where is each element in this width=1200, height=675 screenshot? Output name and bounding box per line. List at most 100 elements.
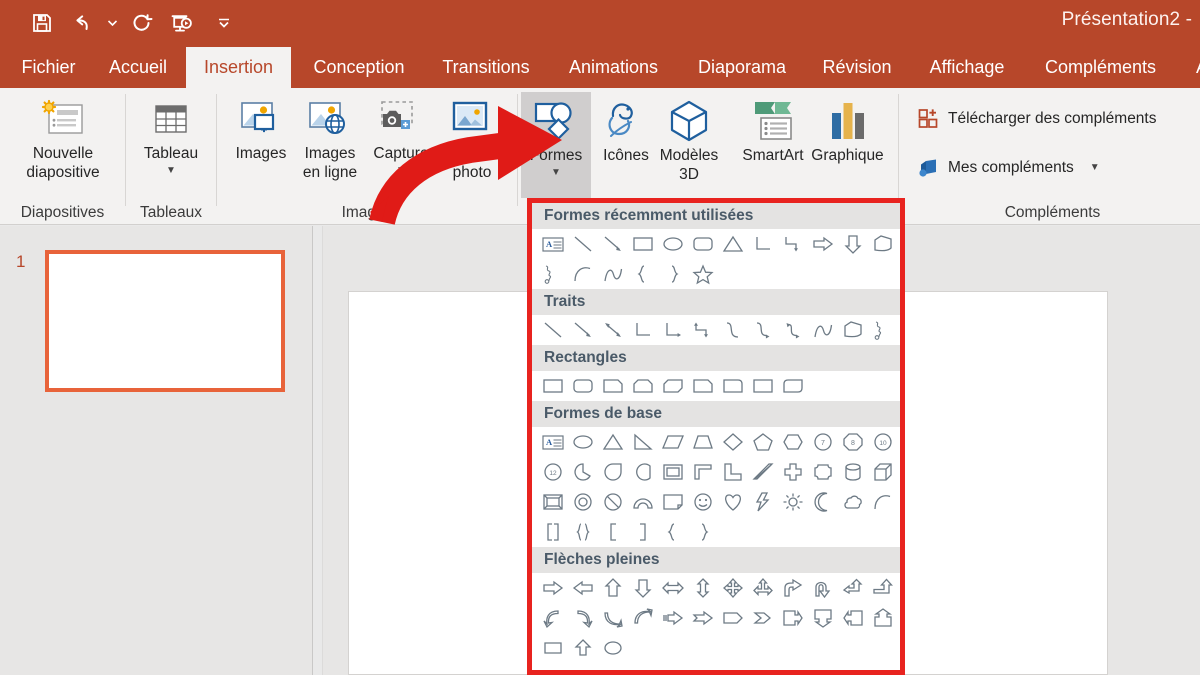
slide-thumbnail-1[interactable] [45, 250, 285, 392]
shape-bent-up-arrow[interactable] [868, 574, 898, 602]
shape-parallelogram[interactable] [658, 428, 688, 456]
shape-scribble[interactable] [868, 316, 898, 344]
shape-heart[interactable] [718, 488, 748, 516]
shape-right-brace[interactable] [688, 518, 718, 546]
shape-bent-arrow[interactable] [778, 574, 808, 602]
shape-freeform-shape[interactable] [868, 230, 898, 258]
shape-diamond[interactable] [718, 428, 748, 456]
tab-accueil[interactable]: Accueil [95, 47, 181, 88]
shape-line-arrow[interactable] [598, 230, 628, 258]
shapes-button[interactable]: Formes▼ [521, 92, 591, 198]
pictures-button[interactable]: Images [227, 92, 295, 163]
shape-scribble[interactable] [538, 260, 568, 288]
shape-moon[interactable] [808, 488, 838, 516]
shape-right-brace[interactable] [658, 260, 688, 288]
shape-snip-diagonal[interactable] [658, 372, 688, 400]
shape-up-arrow[interactable] [598, 574, 628, 602]
shape-curved-right-arrow[interactable] [568, 604, 598, 632]
shape-pie[interactable] [568, 458, 598, 486]
shape-cylinder[interactable] [838, 458, 868, 486]
shape-right-arrow-callout[interactable] [778, 604, 808, 632]
shape-bevel[interactable] [538, 488, 568, 516]
shape-left-brace[interactable] [658, 518, 688, 546]
shape-down-arrow[interactable] [628, 574, 658, 602]
shape-curve[interactable] [598, 260, 628, 288]
tab-fichier[interactable]: Fichier [10, 47, 87, 88]
shape-curved-connector[interactable] [718, 316, 748, 344]
shape-down-arrow[interactable] [838, 230, 868, 258]
shape-curved-down-arrow[interactable] [628, 604, 658, 632]
shape-l-shape[interactable] [718, 458, 748, 486]
shape-clipped-arrow-c[interactable] [598, 634, 628, 662]
chart-button[interactable]: Graphique [800, 92, 895, 165]
shape-elbow-arrow[interactable] [658, 316, 688, 344]
shape-round-rect[interactable] [568, 372, 598, 400]
shape-frame[interactable] [658, 458, 688, 486]
models-3d-button[interactable]: Modèles3D [649, 92, 729, 184]
shape-cross[interactable] [778, 458, 808, 486]
shape-quad-arrow[interactable] [718, 574, 748, 602]
shape-up-arrow-callout[interactable] [868, 604, 898, 632]
shape-octagon-8[interactable]: 8 [838, 428, 868, 456]
chevron-down-icon[interactable]: ▼ [166, 166, 176, 176]
shape-notched-right-arrow[interactable] [688, 604, 718, 632]
shape-l-corner[interactable] [688, 458, 718, 486]
shape-cube[interactable] [868, 458, 898, 486]
shape-chevron[interactable] [748, 604, 778, 632]
shape-snip-round-single[interactable] [688, 372, 718, 400]
shape-curved-up-arrow[interactable] [598, 604, 628, 632]
shape-smiley-face[interactable] [688, 488, 718, 516]
shape-textbox[interactable]: A [538, 230, 568, 258]
tab-affichage[interactable]: Affichage [915, 47, 1019, 88]
shape-left-arrow[interactable] [568, 574, 598, 602]
shape-arc[interactable] [568, 260, 598, 288]
online-pictures-button[interactable]: Imagesen ligne [296, 92, 364, 182]
shape-right-triangle[interactable] [628, 428, 658, 456]
shape-rectangle[interactable] [628, 230, 658, 258]
tab-r-vision[interactable]: Révision [812, 47, 902, 88]
shape-no-symbol[interactable] [598, 488, 628, 516]
shape-block-arc[interactable] [628, 488, 658, 516]
shape-round-diagonal[interactable] [778, 372, 808, 400]
shape-arc[interactable] [868, 488, 898, 516]
shape-decagon-10[interactable]: 10 [868, 428, 898, 456]
shape-round-rect[interactable] [688, 230, 718, 258]
my-addins-button[interactable]: Mes compléments▼ [918, 157, 1100, 179]
new-slide-button[interactable]: Nouvellediapositive [8, 92, 118, 182]
undo-button[interactable] [62, 6, 102, 40]
save-button[interactable] [22, 6, 62, 40]
shape-left-arrow-callout[interactable] [838, 604, 868, 632]
shape-sun[interactable] [778, 488, 808, 516]
shape-lightning-bolt[interactable] [748, 488, 778, 516]
shape-oval[interactable] [658, 230, 688, 258]
shape-clipped-arrow-b[interactable] [568, 634, 598, 662]
shape-bracket-pair[interactable] [538, 518, 568, 546]
shape-line[interactable] [538, 316, 568, 344]
shape-heptagon-7[interactable]: 7 [808, 428, 838, 456]
shape-hexagon[interactable] [778, 428, 808, 456]
shapes-dropdown-panel[interactable]: Formes récemment utiliséesATraitsRectang… [527, 198, 905, 675]
shape-trapezoid[interactable] [688, 428, 718, 456]
shape-left-right-arrow[interactable] [658, 574, 688, 602]
tab-animations[interactable]: Animations [552, 47, 675, 88]
tab-transitions[interactable]: Transitions [428, 47, 544, 88]
shape-u-turn-arrow[interactable] [808, 574, 838, 602]
shape-left-right-up-arrow[interactable] [748, 574, 778, 602]
shape-rectangle[interactable] [538, 372, 568, 400]
shape-elbow-connector[interactable] [628, 316, 658, 344]
shape-pentagon-arrow[interactable] [718, 604, 748, 632]
start-slideshow-button[interactable] [162, 6, 202, 40]
shape-line-double-arrow[interactable] [598, 316, 628, 344]
shape-diagonal-stripe[interactable] [748, 458, 778, 486]
shape-snip-single-corner[interactable] [598, 372, 628, 400]
shape-curved-arrow-connector[interactable] [748, 316, 778, 344]
tab-compl-ments[interactable]: Compléments [1032, 47, 1169, 88]
shape-triangle[interactable] [598, 428, 628, 456]
shape-plaque[interactable] [808, 458, 838, 486]
tab-insertion[interactable]: Insertion [186, 47, 291, 88]
shape-striped-right-arrow[interactable] [658, 604, 688, 632]
shape-left-bracket[interactable] [598, 518, 628, 546]
shape-line[interactable] [568, 230, 598, 258]
screenshot-button[interactable]: Capture▼ [365, 92, 437, 176]
shape-folded-corner[interactable] [658, 488, 688, 516]
